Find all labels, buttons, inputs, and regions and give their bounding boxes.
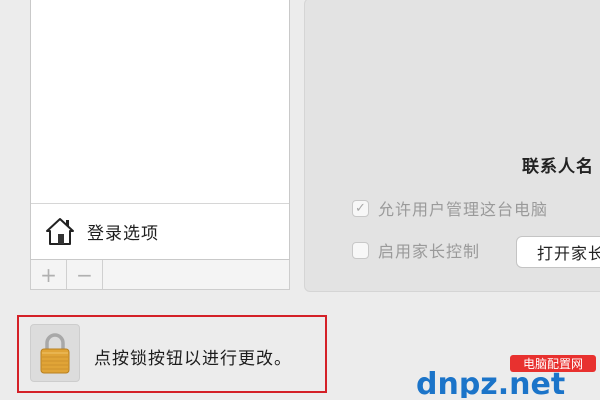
plus-icon: + — [40, 262, 57, 287]
site-watermark-logo: 电脑配置网 dnpz.net — [416, 355, 596, 398]
user-list-empty-area — [31, 0, 289, 203]
lock-button[interactable] — [30, 324, 80, 382]
login-options-label: 登录选项 — [87, 223, 159, 244]
user-list-panel: 登录选项 — [30, 0, 290, 260]
add-user-button[interactable]: + — [31, 260, 67, 289]
allow-admin-row[interactable]: ✓ 允许用户管理这台电脑 — [352, 196, 548, 220]
parental-controls-label: 启用家长控制 — [378, 242, 481, 261]
contact-card-label: 联系人名 — [522, 157, 594, 177]
open-parental-controls-button[interactable]: 打开家长控制 — [516, 236, 600, 268]
minus-icon: − — [76, 262, 93, 287]
list-controls-spacer — [103, 260, 289, 289]
allow-admin-label: 允许用户管理这台电脑 — [378, 200, 549, 219]
home-icon — [46, 218, 74, 245]
remove-user-button[interactable]: − — [67, 260, 103, 289]
parental-controls-row[interactable]: 启用家长控制 — [352, 238, 480, 262]
watermark-brand-text: dnpz.net — [416, 367, 565, 398]
list-controls-bar: + − — [30, 260, 290, 290]
lock-message: 点按锁按钮以进行更改。 — [94, 349, 292, 369]
checkmark-icon: ✓ — [355, 200, 366, 216]
lock-icon — [40, 333, 70, 374]
login-options-item[interactable]: 登录选项 — [31, 203, 289, 258]
parental-controls-checkbox[interactable] — [352, 241, 369, 259]
allow-admin-checkbox[interactable]: ✓ — [352, 199, 369, 217]
